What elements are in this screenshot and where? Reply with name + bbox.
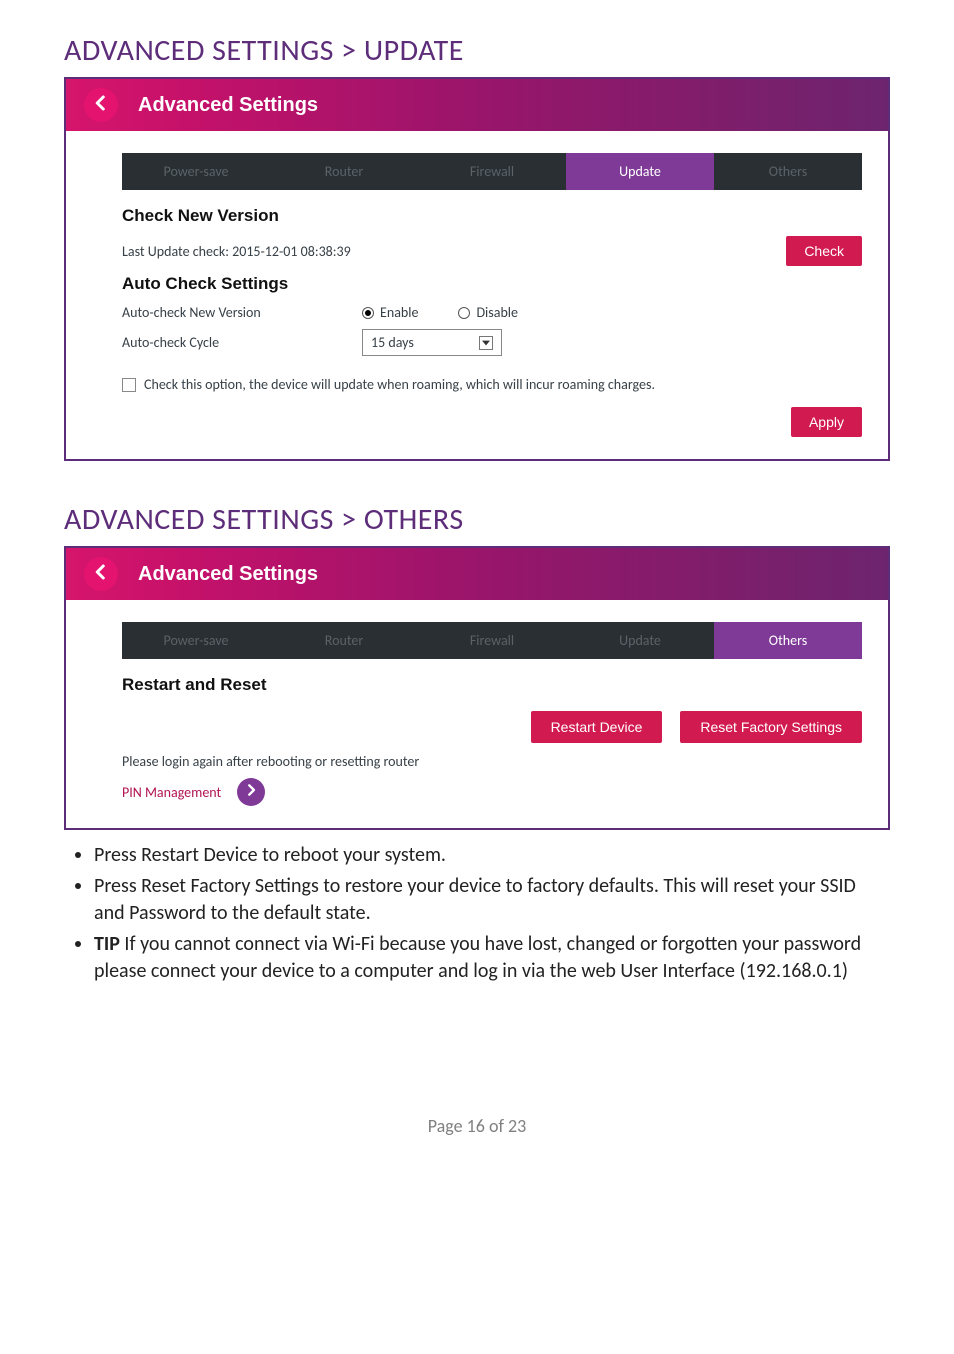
panel-body-others: Power-save Router Firewall Update Others…: [66, 600, 888, 828]
panel-header: Advanced Settings: [66, 548, 888, 600]
restart-device-button[interactable]: Restart Device: [531, 711, 663, 743]
auto-check-cycle-label: Auto-check Cycle: [122, 334, 362, 351]
apply-row: Apply: [122, 407, 862, 437]
panel-title: Advanced Settings: [138, 94, 318, 117]
roaming-checkbox[interactable]: [122, 378, 136, 392]
tab-powersave[interactable]: Power-save: [122, 622, 270, 659]
panel-body-update: Power-save Router Firewall Update Others…: [66, 131, 888, 459]
radio-disable[interactable]: Disable: [458, 304, 518, 321]
tab-firewall[interactable]: Firewall: [418, 622, 566, 659]
others-buttons-row: Restart Device Reset Factory Settings: [122, 711, 862, 743]
radio-enable-label: Enable: [380, 304, 418, 321]
tab-update[interactable]: Update: [566, 153, 714, 190]
bullet-text: Press Reset Factory Settings to restore …: [94, 874, 856, 925]
back-button[interactable]: [84, 557, 118, 591]
check-new-version-title: Check New Version: [122, 206, 862, 226]
pin-management-link[interactable]: PIN Management: [122, 784, 221, 801]
tab-powersave[interactable]: Power-save: [122, 153, 270, 190]
heading-update: ADVANCED SETTINGS > UPDATE: [64, 32, 890, 69]
pin-management-go-button[interactable]: [237, 778, 265, 806]
auto-check-cycle-row: Auto-check Cycle 15 days: [122, 329, 862, 356]
list-item: TIP If you cannot connect via Wi-Fi beca…: [94, 931, 890, 985]
tab-others[interactable]: Others: [714, 153, 862, 190]
section-others: ADVANCED SETTINGS > OTHERS Advanced Sett…: [0, 461, 954, 830]
radio-dot-icon: [362, 307, 374, 319]
restart-reset-title: Restart and Reset: [122, 675, 862, 695]
panel-update: Advanced Settings Power-save Router Fire…: [64, 77, 890, 461]
back-button[interactable]: [84, 88, 118, 122]
tab-others[interactable]: Others: [714, 622, 862, 659]
heading-others: ADVANCED SETTINGS > OTHERS: [64, 501, 890, 538]
tab-firewall[interactable]: Firewall: [418, 153, 566, 190]
radio-dot-icon: [458, 307, 470, 319]
cycle-select[interactable]: 15 days: [362, 329, 502, 356]
chevron-left-icon: [92, 94, 110, 117]
chevron-right-icon: [244, 783, 258, 802]
dropdown-caret-icon: [479, 336, 493, 350]
chevron-left-icon: [92, 563, 110, 586]
tab-router[interactable]: Router: [270, 153, 418, 190]
tabs-row: Power-save Router Firewall Update Others: [122, 153, 862, 190]
reboot-note: Please login again after rebooting or re…: [122, 753, 419, 770]
auto-check-newversion-label: Auto-check New Version: [122, 304, 362, 321]
doc-bullet-list: Press Restart Device to reboot your syst…: [0, 830, 954, 985]
bullet-tip-bold: TIP: [94, 932, 120, 956]
tab-router[interactable]: Router: [270, 622, 418, 659]
tabs-row: Power-save Router Firewall Update Others: [122, 622, 862, 659]
radio-disable-label: Disable: [476, 304, 518, 321]
panel-header: Advanced Settings: [66, 79, 888, 131]
radio-group-autocheck: Enable Disable: [362, 304, 518, 321]
last-check-row: Last Update check: 2015-12-01 08:38:39 C…: [122, 236, 862, 266]
cycle-select-value: 15 days: [371, 334, 414, 351]
bullet-text: If you cannot connect via Wi-Fi because …: [94, 932, 861, 983]
reset-factory-button[interactable]: Reset Factory Settings: [680, 711, 862, 743]
roaming-checkbox-row: Check this option, the device will updat…: [122, 376, 862, 393]
bullet-text: Press Restart Device to reboot your syst…: [94, 843, 446, 867]
page-footer: Page 16 of 23: [0, 1115, 954, 1137]
list-item: Press Restart Device to reboot your syst…: [94, 842, 890, 869]
check-button[interactable]: Check: [786, 236, 862, 266]
pin-management-row: PIN Management: [122, 778, 862, 806]
last-check-text: Last Update check: 2015-12-01 08:38:39: [122, 243, 351, 260]
panel-title: Advanced Settings: [138, 563, 318, 586]
auto-check-newversion-row: Auto-check New Version Enable Disable: [122, 304, 862, 321]
reboot-note-row: Please login again after rebooting or re…: [122, 753, 862, 770]
section-update: ADVANCED SETTINGS > UPDATE Advanced Sett…: [0, 0, 954, 461]
radio-enable[interactable]: Enable: [362, 304, 418, 321]
roaming-checkbox-label: Check this option, the device will updat…: [144, 376, 655, 393]
apply-button[interactable]: Apply: [791, 407, 862, 437]
panel-others: Advanced Settings Power-save Router Fire…: [64, 546, 890, 830]
auto-check-title: Auto Check Settings: [122, 274, 862, 294]
tab-update[interactable]: Update: [566, 622, 714, 659]
list-item: Press Reset Factory Settings to restore …: [94, 873, 890, 927]
